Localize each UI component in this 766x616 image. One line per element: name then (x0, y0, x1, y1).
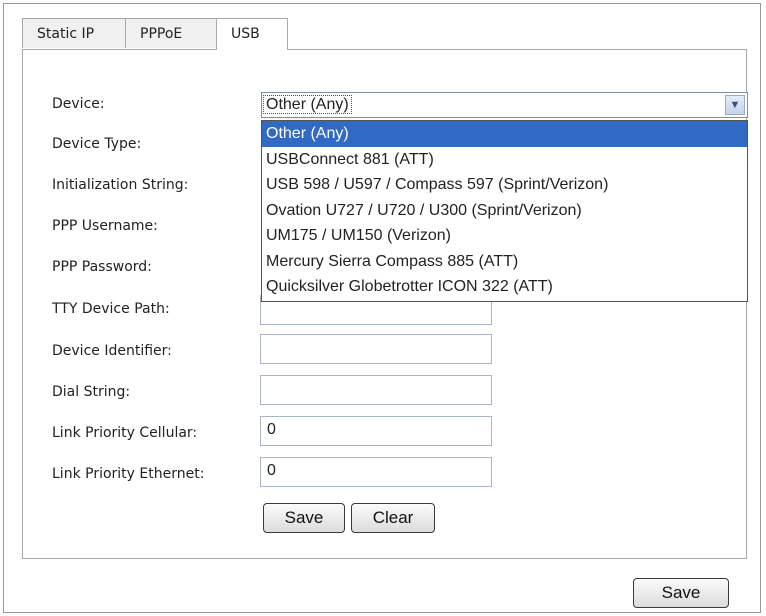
ppp-password-label: PPP Password: (52, 259, 152, 275)
chevron-down-icon[interactable]: ▼ (725, 95, 745, 115)
tab-pppoe[interactable]: PPPoE (125, 18, 217, 48)
device-label: Device: (52, 96, 105, 112)
dropdown-option[interactable]: Mercury Sierra Compass 885 (ATT) (262, 249, 747, 275)
init-string-label: Initialization String: (52, 177, 189, 193)
dropdown-option[interactable]: USB 598 / U597 / Compass 597 (Sprint/Ver… (262, 172, 747, 198)
link-priority-cellular-label: Link Priority Cellular: (52, 425, 198, 441)
device-type-label: Device Type: (52, 136, 142, 152)
tab-static-ip[interactable]: Static IP (22, 18, 126, 48)
dropdown-option[interactable]: USBConnect 881 (ATT) (262, 147, 747, 173)
link-priority-ethernet-label: Link Priority Ethernet: (52, 466, 205, 482)
dropdown-option[interactable]: Other (Any) (262, 121, 747, 147)
tab-usb[interactable]: USB (216, 18, 288, 50)
dropdown-option[interactable]: UM175 / UM150 (Verizon) (262, 223, 747, 249)
ppp-username-label: PPP Username: (52, 218, 158, 234)
clear-button[interactable]: Clear (351, 503, 435, 533)
dropdown-option[interactable]: Quicksilver Globetrotter ICON 322 (ATT) (262, 274, 747, 300)
device-identifier-label: Device Identifier: (52, 343, 172, 359)
tty-path-label: TTY Device Path: (52, 301, 170, 317)
device-select[interactable]: Other (Any) ▼ (261, 92, 748, 118)
dial-string-label: Dial String: (52, 384, 131, 400)
dropdown-option[interactable]: Ovation U727 / U720 / U300 (Sprint/Veriz… (262, 198, 747, 224)
device-dropdown-list: Other (Any) USBConnect 881 (ATT) USB 598… (261, 120, 748, 302)
form-save-button[interactable]: Save (263, 503, 345, 533)
device-select-value: Other (Any) (263, 95, 352, 114)
link-priority-cellular-input[interactable]: 0 (260, 416, 492, 446)
device-identifier-input[interactable] (260, 334, 492, 364)
page-save-button[interactable]: Save (633, 578, 729, 608)
link-priority-ethernet-input[interactable]: 0 (260, 457, 492, 487)
tab-bar: Static IP PPPoE USB (22, 18, 288, 50)
dial-string-input[interactable] (260, 375, 492, 405)
